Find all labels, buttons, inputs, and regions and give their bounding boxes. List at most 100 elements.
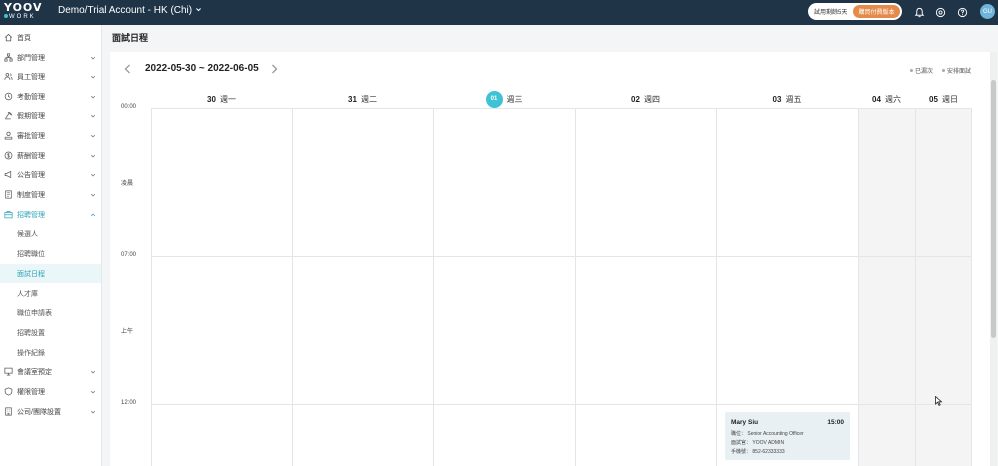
sidebar-item-leave[interactable]: 假期管理 xyxy=(0,106,101,125)
sidebar-item-meeting-rooms[interactable]: 會議室預定 xyxy=(0,362,101,381)
sidebar-item-company-settings[interactable]: 公司/團隊設置 xyxy=(0,402,101,421)
chevron-down-icon xyxy=(90,389,96,395)
legend-dot xyxy=(942,69,945,72)
chevron-down-icon xyxy=(90,409,96,415)
chevron-down-icon xyxy=(90,74,96,80)
org-icon xyxy=(3,53,13,63)
chevron-down-icon xyxy=(90,153,96,159)
next-week-button[interactable] xyxy=(271,64,278,77)
day-header[interactable]: 05 週日 xyxy=(915,90,972,108)
time-label: 上午 xyxy=(121,329,134,335)
chevron-down-icon xyxy=(90,369,96,375)
meeting-room-icon xyxy=(3,367,13,377)
sidebar-subitem-job-positions[interactable]: 招聘職位 xyxy=(0,244,101,263)
time-label: 凌晨 xyxy=(121,181,134,187)
chevron-down-icon xyxy=(90,94,96,100)
sidebar-item-payroll[interactable]: 薪酬管理 xyxy=(0,146,101,165)
sidebar-subitem-application-forms[interactable]: 職位申請表 xyxy=(0,303,101,322)
legend-label: 安排面試 xyxy=(947,69,972,75)
day-column[interactable] xyxy=(292,108,433,466)
sidebar-item-label: 審批管理 xyxy=(17,132,45,140)
day-number: 30 xyxy=(207,94,216,104)
bell-icon[interactable] xyxy=(912,5,926,19)
sidebar-item-permissions[interactable]: 權限管理 xyxy=(0,382,101,401)
shield-icon xyxy=(3,387,13,397)
sidebar-subitem-operation-log[interactable]: 操作紀錄 xyxy=(0,343,101,362)
approval-icon xyxy=(3,131,13,141)
sidebar-item-policies[interactable]: 制度管理 xyxy=(0,185,101,204)
help-icon[interactable] xyxy=(955,5,969,19)
legend-label: 已漏次 xyxy=(915,69,934,75)
sidebar-item-employees[interactable]: 員工管理 xyxy=(0,67,101,86)
day-weekday: 週日 xyxy=(941,94,958,104)
account-name: Demo/Trial Account - HK (Chi) xyxy=(58,5,193,16)
sidebar-item-label: 薪酬管理 xyxy=(17,152,45,160)
day-number: 03 xyxy=(772,94,782,104)
grid-line xyxy=(151,404,972,405)
day-header[interactable]: 31 週二 xyxy=(292,90,433,108)
grid-line xyxy=(151,256,972,257)
chevron-up-icon xyxy=(90,212,96,218)
sidebar-item-attendance[interactable]: 考勤管理 xyxy=(0,87,101,106)
day-number: 04 xyxy=(872,94,881,104)
day-column[interactable] xyxy=(151,108,292,466)
sidebar-item-label: 公告管理 xyxy=(17,171,45,179)
logo-line1: YOOV xyxy=(4,1,43,14)
time-label: 00:00 xyxy=(121,104,137,110)
sidebar-item-label: 職位申請表 xyxy=(17,309,52,317)
sidebar-item-label: 制度管理 xyxy=(17,191,45,199)
day-header[interactable]: 03 週五 xyxy=(716,90,858,108)
sidebar-item-label: 招聘職位 xyxy=(17,250,45,258)
sidebar-subitem-recruitment-settings[interactable]: 招聘設置 xyxy=(0,323,101,342)
sidebar-item-label: 候選人 xyxy=(17,230,38,238)
sidebar-item-recruitment[interactable]: 招聘管理 xyxy=(0,205,101,224)
day-header[interactable]: 30 週一 xyxy=(151,90,292,108)
sidebar-item-approval[interactable]: 審批管理 xyxy=(0,126,101,145)
event-interviewer: 面試官： YOOV ADMIN xyxy=(731,440,785,446)
day-weekday: 週五 xyxy=(785,94,802,104)
sidebar-item-departments[interactable]: 部門管理 xyxy=(0,48,101,67)
day-column-weekend[interactable] xyxy=(858,108,915,466)
upgrade-button[interactable]: 購買付費版本 xyxy=(853,5,900,18)
sidebar-item-label: 人才庫 xyxy=(17,290,38,298)
account-switcher[interactable]: Demo/Trial Account - HK (Chi) xyxy=(58,5,202,16)
day-column[interactable] xyxy=(575,108,716,466)
previous-week-button[interactable] xyxy=(124,64,131,77)
sidebar-item-home[interactable]: 首頁 xyxy=(0,28,101,47)
sidebar-item-label: 會議室預定 xyxy=(17,368,52,376)
dollar-icon xyxy=(3,151,13,161)
scrollbar-thumb[interactable] xyxy=(991,80,996,338)
sidebar-item-label: 操作紀錄 xyxy=(17,349,45,357)
leave-icon xyxy=(3,111,13,121)
chevron-down-icon xyxy=(195,5,202,16)
trial-status: 試用剩餘5天 購買付費版本 xyxy=(808,3,902,20)
sidebar-subitem-candidates[interactable]: 候選人 xyxy=(0,224,101,243)
settings-circle-icon[interactable] xyxy=(933,5,947,19)
day-column[interactable] xyxy=(433,108,575,466)
document-icon xyxy=(3,190,13,200)
chevron-down-icon xyxy=(90,192,96,198)
sidebar-subitem-interview-schedule[interactable]: 面試日程 xyxy=(0,264,101,283)
sidebar-subitem-talent-pool[interactable]: 人才庫 xyxy=(0,284,101,303)
sidebar-item-announcements[interactable]: 公告管理 xyxy=(0,165,101,184)
page-title: 面試日程 xyxy=(112,33,149,43)
sidebar: 首頁 部門管理 員工管理 考勤管理 假期管理 審批管理 薪酬管理 公告管理 制度… xyxy=(0,25,102,466)
briefcase-icon xyxy=(3,210,13,220)
day-header-today[interactable]: 01 週三 xyxy=(433,90,575,108)
scrollbar[interactable] xyxy=(990,52,997,466)
chevron-down-icon xyxy=(90,55,96,61)
sidebar-item-label: 權限管理 xyxy=(17,388,45,396)
sidebar-item-label: 招聘設置 xyxy=(17,329,45,337)
interview-event-card[interactable]: Mary Siu 15:00 職位： Senior Accounting Off… xyxy=(725,412,850,460)
chevron-down-icon xyxy=(90,133,96,139)
users-icon xyxy=(3,72,13,82)
yoov-work-logo[interactable]: YOOV WORK xyxy=(4,1,43,22)
event-position: 職位： Senior Accounting Officer xyxy=(731,431,804,437)
day-column-weekend[interactable] xyxy=(915,108,972,466)
day-header[interactable]: 02 週四 xyxy=(575,90,716,108)
event-time: 15:00 xyxy=(827,419,844,426)
avatar[interactable]: GU xyxy=(980,4,995,19)
legend-item-scheduled: 安排面試 xyxy=(942,66,971,75)
day-header[interactable]: 04 週六 xyxy=(858,90,915,108)
grid-line xyxy=(151,108,972,109)
